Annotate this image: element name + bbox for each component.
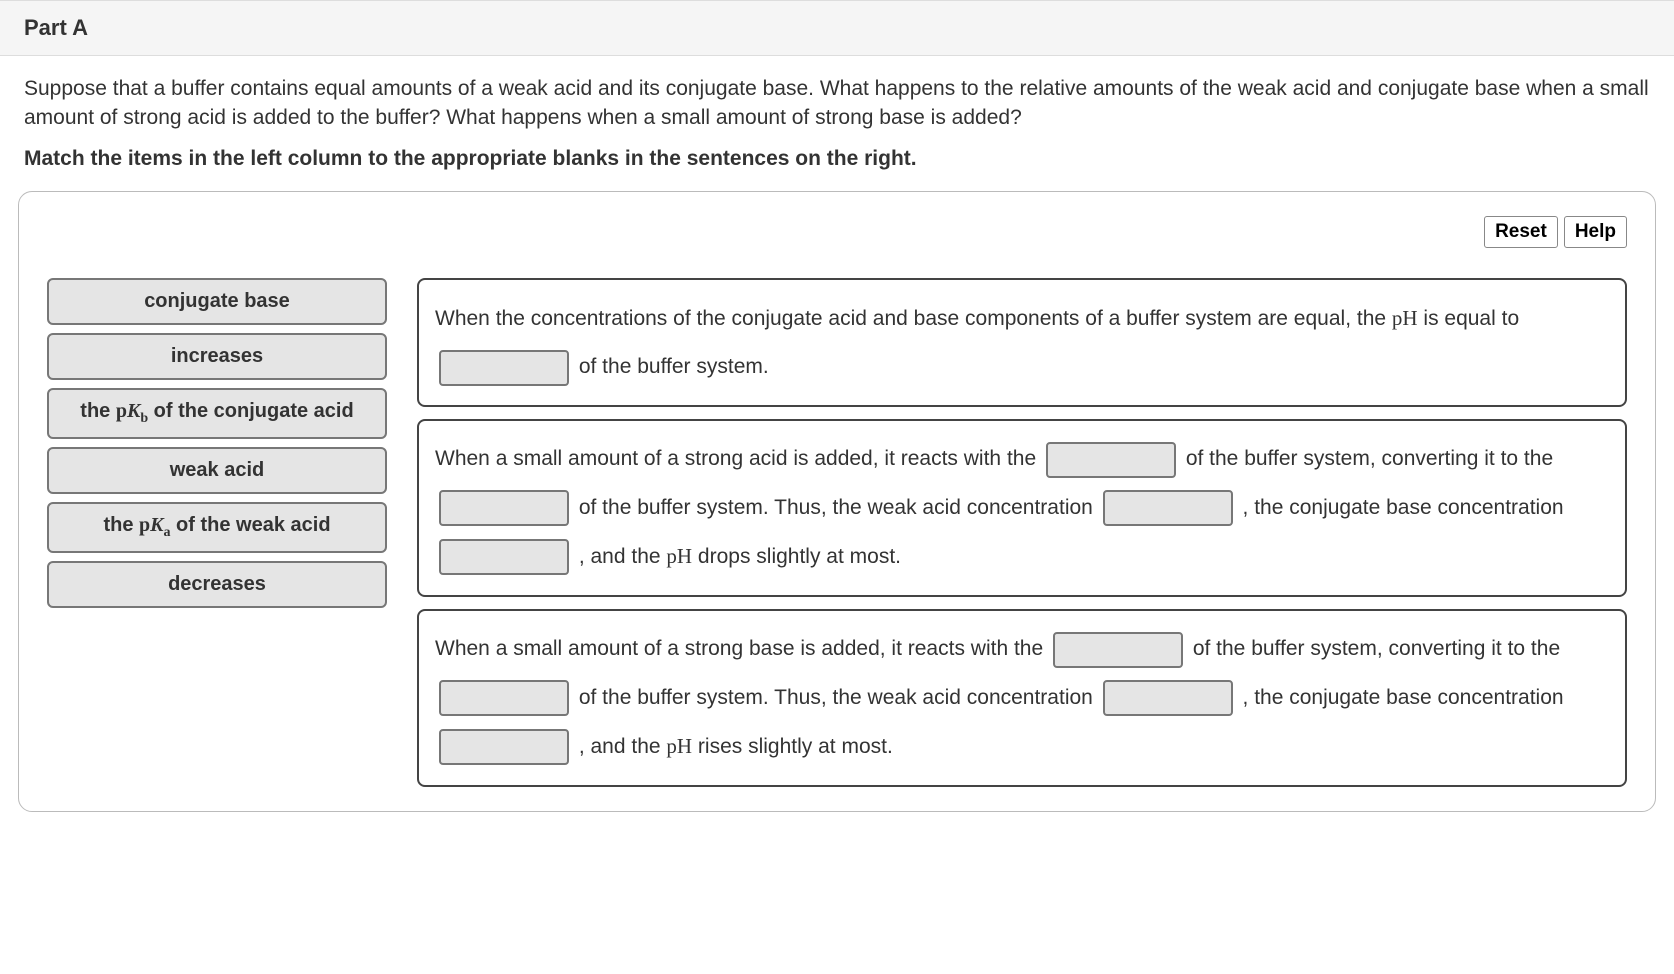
label-p: p (116, 400, 127, 422)
s3-ph: pH (666, 734, 692, 758)
drag-item-pka[interactable]: the pKa of the weak acid (47, 502, 387, 553)
blank-s3-2[interactable] (439, 680, 569, 716)
columns: conjugate base increases the pKb of the … (47, 278, 1627, 787)
drag-item-decreases[interactable]: decreases (47, 561, 387, 608)
drag-item-increases[interactable]: increases (47, 333, 387, 380)
sentence-2: When a small amount of a strong acid is … (417, 419, 1627, 597)
sentence-3: When a small amount of a strong base is … (417, 609, 1627, 787)
s1-ph: pH (1392, 306, 1418, 330)
drag-source-column: conjugate base increases the pKb of the … (47, 278, 387, 787)
label-the: the (103, 514, 139, 536)
s2-text-2: of the buffer system, converting it to t… (1180, 447, 1553, 470)
s3-text-1: When a small amount of a strong base is … (435, 637, 1049, 660)
s2-text-1: When a small amount of a strong acid is … (435, 447, 1042, 470)
s3-text-4: , the conjugate base concentration (1237, 686, 1564, 709)
sentence-1: When the concentrations of the conjugate… (417, 278, 1627, 408)
s2-text-6: drops slightly at most. (692, 545, 901, 568)
help-button[interactable]: Help (1564, 216, 1627, 248)
s3-text-5: , and the (573, 735, 666, 758)
label-pkb-suffix: of the conjugate acid (148, 400, 354, 422)
s2-ph: pH (666, 544, 692, 568)
blank-s2-1[interactable] (1046, 442, 1176, 478)
part-header: Part A (0, 0, 1674, 56)
sentence-column: When the concentrations of the conjugate… (417, 278, 1627, 787)
workspace: Reset Help conjugate base increases the … (18, 191, 1656, 812)
label-k: K (150, 514, 163, 536)
label-p: p (139, 514, 150, 536)
label-pka-suffix: of the weak acid (170, 514, 330, 536)
blank-s2-2[interactable] (439, 490, 569, 526)
blank-s2-4[interactable] (439, 539, 569, 575)
blank-s3-3[interactable] (1103, 680, 1233, 716)
s1-text-2: is equal to (1418, 307, 1520, 330)
drag-item-conjugate-base[interactable]: conjugate base (47, 278, 387, 325)
s2-text-3: of the buffer system. Thus, the weak aci… (573, 496, 1099, 519)
part-title: Part A (24, 15, 1650, 41)
label-the: the (80, 400, 116, 422)
drag-item-weak-acid[interactable]: weak acid (47, 447, 387, 494)
drag-item-pkb[interactable]: the pKb of the conjugate acid (47, 388, 387, 439)
s3-text-6: rises slightly at most. (692, 735, 893, 758)
control-buttons: Reset Help (47, 216, 1627, 248)
s2-text-4: , the conjugate base concentration (1237, 496, 1564, 519)
blank-s3-4[interactable] (439, 729, 569, 765)
blank-s3-1[interactable] (1053, 632, 1183, 668)
blank-s2-3[interactable] (1103, 490, 1233, 526)
s1-text-1: When the concentrations of the conjugate… (435, 307, 1392, 330)
label-b-sub: b (140, 411, 148, 426)
question-area: Suppose that a buffer contains equal amo… (0, 56, 1674, 191)
s3-text-2: of the buffer system, converting it to t… (1187, 637, 1560, 660)
s1-text-3: of the buffer system. (573, 355, 769, 378)
question-instruction: Match the items in the left column to th… (24, 147, 1650, 171)
s3-text-3: of the buffer system. Thus, the weak aci… (573, 686, 1099, 709)
question-prompt: Suppose that a buffer contains equal amo… (24, 74, 1650, 133)
s2-text-5: , and the (573, 545, 666, 568)
label-k: K (127, 400, 140, 422)
blank-s1-1[interactable] (439, 350, 569, 386)
reset-button[interactable]: Reset (1484, 216, 1558, 248)
